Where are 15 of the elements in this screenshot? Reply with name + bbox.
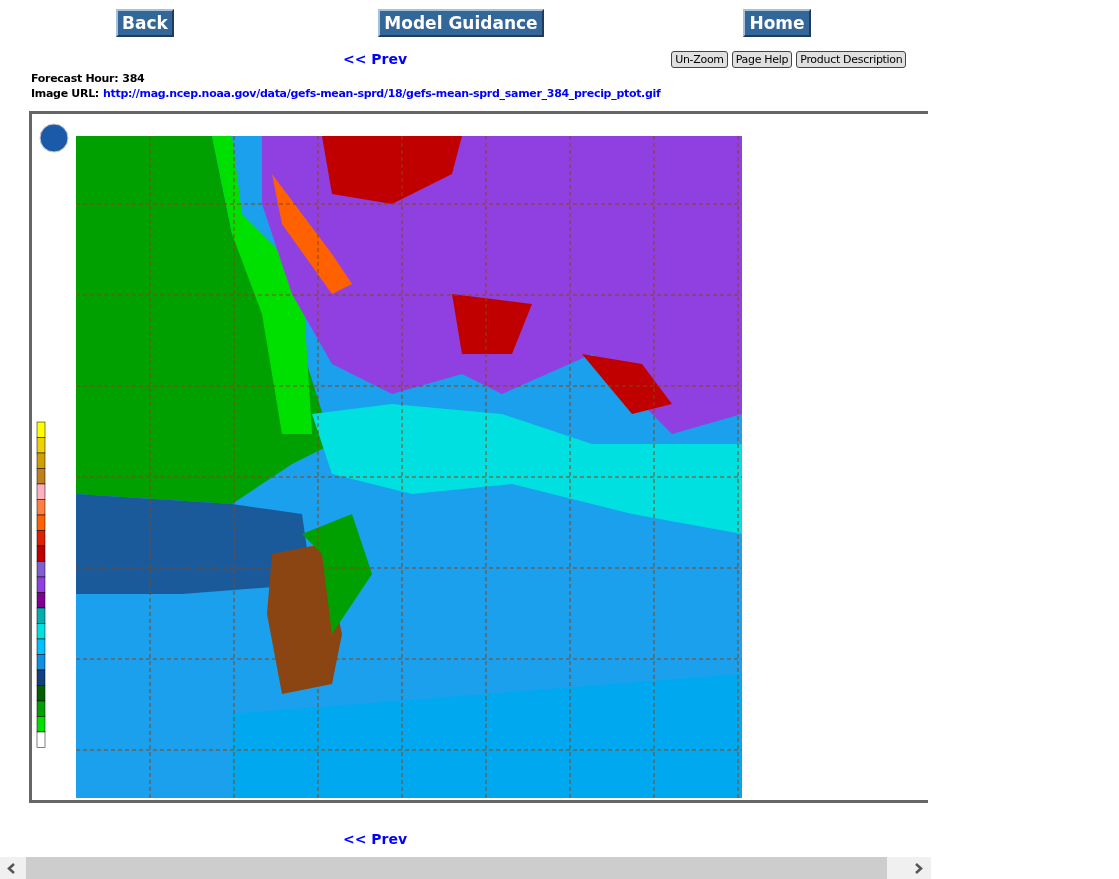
scrollbar-thumb[interactable] (26, 857, 887, 879)
nav-button[interactable]: Model Guidance (378, 9, 544, 37)
forecast-hour-label: Forecast Hour: (31, 71, 119, 86)
prev-link[interactable]: << Prev (343, 51, 408, 67)
nav-button[interactable]: Home (743, 9, 811, 37)
tool-button[interactable]: Page Help (731, 50, 793, 68)
nav-button[interactable]: Back (116, 9, 174, 37)
image-url-label: Image URL: (31, 86, 99, 101)
scroll-left-icon[interactable] (6, 863, 16, 874)
forecast-hour-value: 384 (122, 71, 145, 86)
tool-button[interactable]: Un-Zoom (671, 50, 728, 68)
scroll-right-icon[interactable] (914, 863, 924, 874)
prev-link[interactable]: << Prev (343, 831, 408, 847)
tool-button[interactable]: Product Description (796, 50, 907, 68)
image-url-link[interactable]: http://mag.ncep.noaa.gov/data/gefs-mean-sprd/18/gefs-mean-sprd_samer_384_precip_ptot.gif (102, 86, 661, 101)
